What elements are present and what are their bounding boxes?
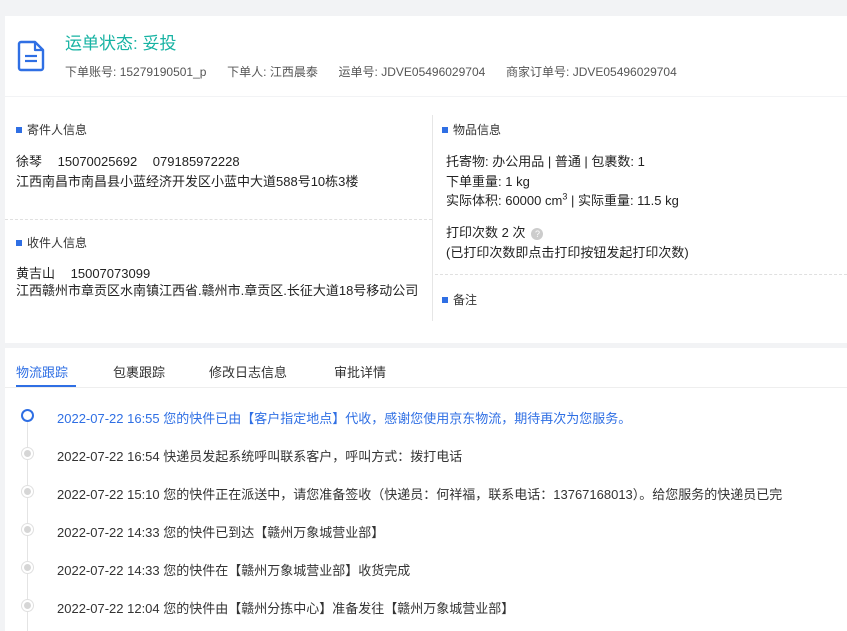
section-marker-icon (16, 239, 22, 246)
order-weight: 下单重量: 1 kg (446, 174, 530, 189)
account-value: 15279190501_p (119, 65, 207, 79)
actual-volume-weight: 实际体积: 60000 cm3 | 实际重量: 11.5 kg (446, 190, 679, 209)
waybill-status: 运单状态: 妥投 (65, 34, 177, 53)
timeline-dot-icon (22, 448, 33, 459)
sender-address: 江西南昌市南昌县小蓝经济开发区小蓝中大道588号10栋3楼 (16, 174, 359, 189)
orderer-value: 江西晨泰 (269, 65, 318, 79)
actual-volume: 实际体积: 60000 cm (446, 193, 563, 208)
timeline-item: 2022-07-22 12:04 您的快件由【赣州分拣中心】准备发往【赣州万象城… (5, 596, 847, 616)
section-marker-icon (442, 296, 448, 303)
orderer-label: 下单人: (227, 65, 267, 79)
timeline-text: 2022-07-22 12:04 您的快件由【赣州分拣中心】准备发往【赣州万象城… (57, 601, 515, 616)
waybill-meta: 下单账号: 15279190501_p 下单人: 江西晨泰 运单号: JDVE0… (65, 63, 677, 80)
tab-logistics-tracking[interactable]: 物流跟踪 (16, 362, 68, 381)
section-marker-icon (442, 126, 448, 133)
waybill-value: JDVE05496029704 (381, 65, 486, 79)
receiver-address: 江西赣州市章贡区水南镇江西省.赣州市.章贡区.长征大道18号移动公司 (16, 283, 419, 298)
receiver-title-text: 收件人信息 (27, 236, 88, 250)
print-count: 打印次数 2 次? (446, 222, 544, 241)
goods-summary: 托寄物: 办公用品 | 普通 | 包裹数: 1 (446, 154, 645, 169)
timeline-dot-active-icon (21, 409, 34, 422)
sender-tel: 079185972228 (152, 154, 240, 169)
sender-contact: 徐琴 15070025692 079185972228 (16, 151, 240, 170)
sender-phone: 15070025692 (57, 154, 138, 169)
timeline-item: 2022-07-22 14:33 您的快件在【赣州万象城营业部】收货完成 (5, 558, 847, 578)
timeline-text: 2022-07-22 15:10 您的快件正在派送中，请您准备签收（快递员：何祥… (57, 487, 783, 502)
timeline-text: 2022-07-22 16:55 您的快件已由【客户指定地点】代收，感谢您使用京… (57, 411, 632, 426)
print-count-text: 打印次数 2 次 (446, 225, 526, 240)
waybill-label: 运单号: (338, 65, 378, 79)
tab-approval-details[interactable]: 审批详情 (334, 362, 386, 381)
timeline-dot-icon (22, 486, 33, 497)
remark-title-text: 备注 (453, 293, 478, 307)
timeline-dot-icon (22, 562, 33, 573)
merchant-order-label: 商家订单号: (506, 65, 570, 79)
timeline-item: 2022-07-22 15:10 您的快件正在派送中，请您准备签收（快递员：何祥… (5, 482, 847, 502)
goods-title-text: 物品信息 (453, 123, 502, 137)
sender-name: 徐琴 (16, 154, 43, 169)
sender-section-title: 寄件人信息 (16, 121, 87, 138)
sender-receiver-divider (5, 219, 432, 220)
timeline-item: 2022-07-22 16:54 快递员发起系统呼叫联系客户，呼叫方式：拨打电话 (5, 444, 847, 464)
active-tab-indicator (16, 385, 76, 387)
tracking-panel: 物流跟踪 包裹跟踪 修改日志信息 审批详情 2022-07-22 16:55 您… (5, 348, 847, 631)
remark-section-title: 备注 (442, 291, 477, 308)
section-marker-icon (16, 126, 22, 133)
tracking-tabs: 物流跟踪 包裹跟踪 修改日志信息 审批详情 (5, 348, 847, 388)
receiver-section-title: 收件人信息 (16, 234, 87, 251)
timeline-item: 2022-07-22 16:55 您的快件已由【客户指定地点】代收，感谢您使用京… (5, 406, 847, 426)
timeline-item: 2022-07-22 14:33 您的快件已到达【赣州万象城营业部】 (5, 520, 847, 540)
column-divider (432, 115, 433, 321)
document-icon (17, 40, 45, 72)
account-label: 下单账号: (65, 65, 117, 79)
merchant-order-value: JDVE05496029704 (572, 65, 677, 79)
tab-package-tracking[interactable]: 包裹跟踪 (113, 362, 165, 381)
timeline-text: 2022-07-22 14:33 您的快件在【赣州万象城营业部】收货完成 (57, 563, 411, 578)
shipment-info: 寄件人信息 徐琴 15070025692 079185972228 江西南昌市南… (5, 97, 847, 343)
tab-change-log[interactable]: 修改日志信息 (209, 362, 287, 381)
waybill-header: 运单状态: 妥投 下单账号: 15279190501_p 下单人: 江西晨泰 运… (5, 16, 847, 96)
timeline-dot-icon (22, 524, 33, 535)
receiver-contact: 黄吉山 15007073099 (16, 263, 150, 282)
timeline-text: 2022-07-22 16:54 快递员发起系统呼叫联系客户，呼叫方式：拨打电话 (57, 449, 463, 464)
receiver-phone: 15007073099 (70, 266, 151, 281)
print-note: (已打印次数即点击打印按钮发起打印次数) (446, 245, 689, 260)
timeline-text: 2022-07-22 14:33 您的快件已到达【赣州万象城营业部】 (57, 525, 385, 540)
receiver-name: 黄吉山 (16, 266, 56, 281)
help-icon[interactable]: ? (531, 227, 544, 240)
timeline-dot-icon (22, 600, 33, 611)
sender-title-text: 寄件人信息 (27, 123, 88, 137)
goods-remark-divider (435, 274, 847, 275)
actual-weight: | 实际重量: 11.5 kg (567, 193, 679, 208)
goods-section-title: 物品信息 (442, 121, 501, 138)
